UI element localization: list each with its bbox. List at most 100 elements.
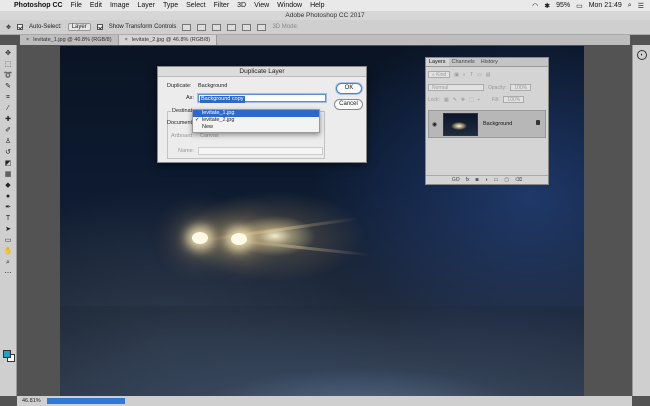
filter-pixel-icon[interactable]: ▣ — [454, 72, 459, 78]
lock-all-icon[interactable]: ▪ — [478, 97, 480, 103]
eraser-tool-icon[interactable]: ◩ — [3, 160, 14, 168]
name-input[interactable] — [198, 147, 323, 155]
tab-close-icon[interactable]: × — [26, 35, 29, 45]
tab-levitate-2[interactable]: × levitate_2.jpg @ 46.8% (RGB/8) — [118, 35, 218, 45]
battery-percent[interactable]: 95% — [556, 2, 570, 9]
menu-layer[interactable]: Layer — [137, 2, 155, 9]
align-left-icon[interactable] — [227, 23, 237, 31]
right-dock: ◐ — [632, 45, 650, 396]
new-group-icon[interactable]: ▭ — [494, 177, 499, 183]
dropdown-option-levitate-1[interactable]: levitate_1.jpg — [193, 110, 319, 117]
crop-tool-icon[interactable]: ⌗ — [3, 94, 14, 102]
status-bar: 46.81% — [17, 396, 632, 406]
filter-adjust-icon[interactable]: ◐ — [463, 72, 466, 78]
hand-tool-icon[interactable]: ✋ — [3, 248, 14, 256]
menu-image[interactable]: Image — [110, 2, 129, 9]
new-layer-icon[interactable]: ▢ — [504, 177, 509, 183]
filter-smart-icon[interactable]: ▤ — [486, 72, 491, 78]
progress-bar — [46, 398, 125, 404]
dropdown-option-new[interactable]: New — [193, 124, 319, 131]
pen-tool-icon[interactable]: ✒ — [3, 204, 14, 212]
options-bar: ✥ Auto-Select: Layer Show Transform Cont… — [0, 20, 650, 35]
fx-icon[interactable]: fx — [466, 177, 470, 183]
tab-close-icon[interactable]: × — [125, 35, 128, 45]
opacity-input[interactable]: 100% — [510, 84, 532, 91]
add-mask-icon[interactable]: ◙ — [476, 177, 479, 183]
battery-icon[interactable]: ▭ — [576, 2, 583, 10]
eyedropper-tool-icon[interactable]: ⁄ — [3, 105, 14, 113]
brush-tool-icon[interactable]: ✐ — [3, 127, 14, 135]
filter-kind-dropdown[interactable]: ⌕ Kind — [428, 71, 451, 78]
adjustment-layer-icon[interactable]: ◑ — [485, 177, 488, 183]
menu-view[interactable]: View — [254, 2, 269, 9]
menu-filter[interactable]: Filter — [214, 2, 230, 9]
more-tools-icon[interactable]: ⋯ — [3, 270, 14, 278]
auto-select-checkbox[interactable] — [17, 24, 24, 30]
history-brush-tool-icon[interactable]: ↺ — [3, 149, 14, 157]
learn-panel-icon[interactable]: ◐ — [637, 50, 647, 60]
menu-extras: ◠ ✱ 95% ▭ Mon 21:49 ⌕ ☰ — [532, 2, 650, 10]
filter-type-icon[interactable]: T — [470, 72, 473, 78]
marquee-tool-icon[interactable]: ⬚ — [3, 61, 14, 69]
fill-input[interactable]: 100% — [503, 96, 525, 103]
align-right-icon[interactable] — [257, 23, 267, 31]
type-tool-icon[interactable]: T — [3, 215, 14, 223]
option-label: New — [202, 124, 214, 130]
document-tabs: × levitate_1.jpg @ 46.8% (RGB/8) × levit… — [20, 35, 630, 45]
ok-button[interactable]: OK — [336, 83, 362, 94]
healing-tool-icon[interactable]: ✚ — [3, 116, 14, 124]
move-tool-icon[interactable]: ✥ — [6, 24, 11, 31]
align-top-icon[interactable] — [182, 23, 192, 31]
dropdown-option-levitate-2[interactable]: ✓ levitate_2.jpg — [193, 117, 319, 124]
lasso-tool-icon[interactable]: ➰ — [3, 72, 14, 80]
lock-move-icon[interactable]: ✥ — [461, 97, 465, 103]
lock-artboard-icon[interactable]: ⬚ — [469, 97, 474, 103]
auto-select-dropdown[interactable]: Layer — [67, 23, 91, 31]
menu-select[interactable]: Select — [186, 2, 205, 9]
dodge-tool-icon[interactable]: ● — [3, 193, 14, 201]
menu-type[interactable]: Type — [163, 2, 178, 9]
blend-mode-dropdown[interactable]: Normal — [428, 84, 484, 91]
quick-select-tool-icon[interactable]: ✎ — [3, 83, 14, 91]
spotlight-icon[interactable]: ⌕ — [628, 2, 632, 10]
eye-icon[interactable]: ◉ — [432, 121, 437, 128]
lock-row: Lock: ▦ ✎ ✥ ⬚ ▪ Fill: 100% — [428, 96, 525, 103]
cancel-button[interactable]: Cancel — [334, 99, 363, 110]
lock-paint-icon[interactable]: ✎ — [453, 97, 457, 103]
app-menu[interactable]: Photoshop CC — [14, 2, 63, 9]
zoom-level[interactable]: 46.81% — [22, 398, 41, 404]
path-select-tool-icon[interactable]: ➤ — [3, 226, 14, 234]
layer-row-background[interactable]: ◉ Background — [428, 110, 546, 138]
delete-layer-icon[interactable]: ⌫ — [515, 177, 522, 183]
filter-shape-icon[interactable]: ▭ — [477, 72, 482, 78]
menu-window[interactable]: Window — [277, 2, 302, 9]
move-tool-icon[interactable]: ✥ — [3, 50, 14, 58]
tab-channels[interactable]: Channels — [449, 58, 478, 66]
bluetooth-icon[interactable]: ✱ — [544, 2, 550, 10]
show-transform-checkbox[interactable] — [96, 24, 103, 30]
shape-tool-icon[interactable]: ▭ — [3, 237, 14, 245]
align-middle-icon[interactable] — [197, 23, 207, 31]
blur-tool-icon[interactable]: ◆ — [3, 182, 14, 190]
3d-mode-label: 3D Mode: — [272, 24, 299, 30]
tab-levitate-1[interactable]: × levitate_1.jpg @ 46.8% (RGB/8) — [20, 35, 119, 45]
foreground-color-swatch[interactable] — [3, 350, 11, 358]
menu-3d[interactable]: 3D — [237, 2, 246, 9]
clone-stamp-tool-icon[interactable]: ♙ — [3, 138, 14, 146]
menu-edit[interactable]: Edit — [90, 2, 102, 9]
align-center-icon[interactable] — [242, 23, 252, 31]
align-bottom-icon[interactable] — [212, 23, 222, 31]
menu-help[interactable]: Help — [310, 2, 324, 9]
as-input[interactable]: Background copy — [198, 94, 326, 103]
zoom-tool-icon[interactable]: ⌕ — [3, 259, 14, 267]
wifi-icon[interactable]: ◠ — [532, 2, 538, 10]
clock[interactable]: Mon 21:49 — [589, 2, 622, 9]
gradient-tool-icon[interactable]: ▦ — [3, 171, 14, 179]
tab-layers[interactable]: Layers — [426, 58, 449, 66]
lock-pixels-icon[interactable]: ▦ — [444, 97, 449, 103]
notification-center-icon[interactable]: ☰ — [638, 2, 644, 10]
option-label: levitate_2.jpg — [202, 117, 235, 123]
link-layers-icon[interactable]: GO — [452, 177, 460, 183]
menu-file[interactable]: File — [71, 2, 82, 9]
tab-history[interactable]: History — [478, 58, 501, 66]
